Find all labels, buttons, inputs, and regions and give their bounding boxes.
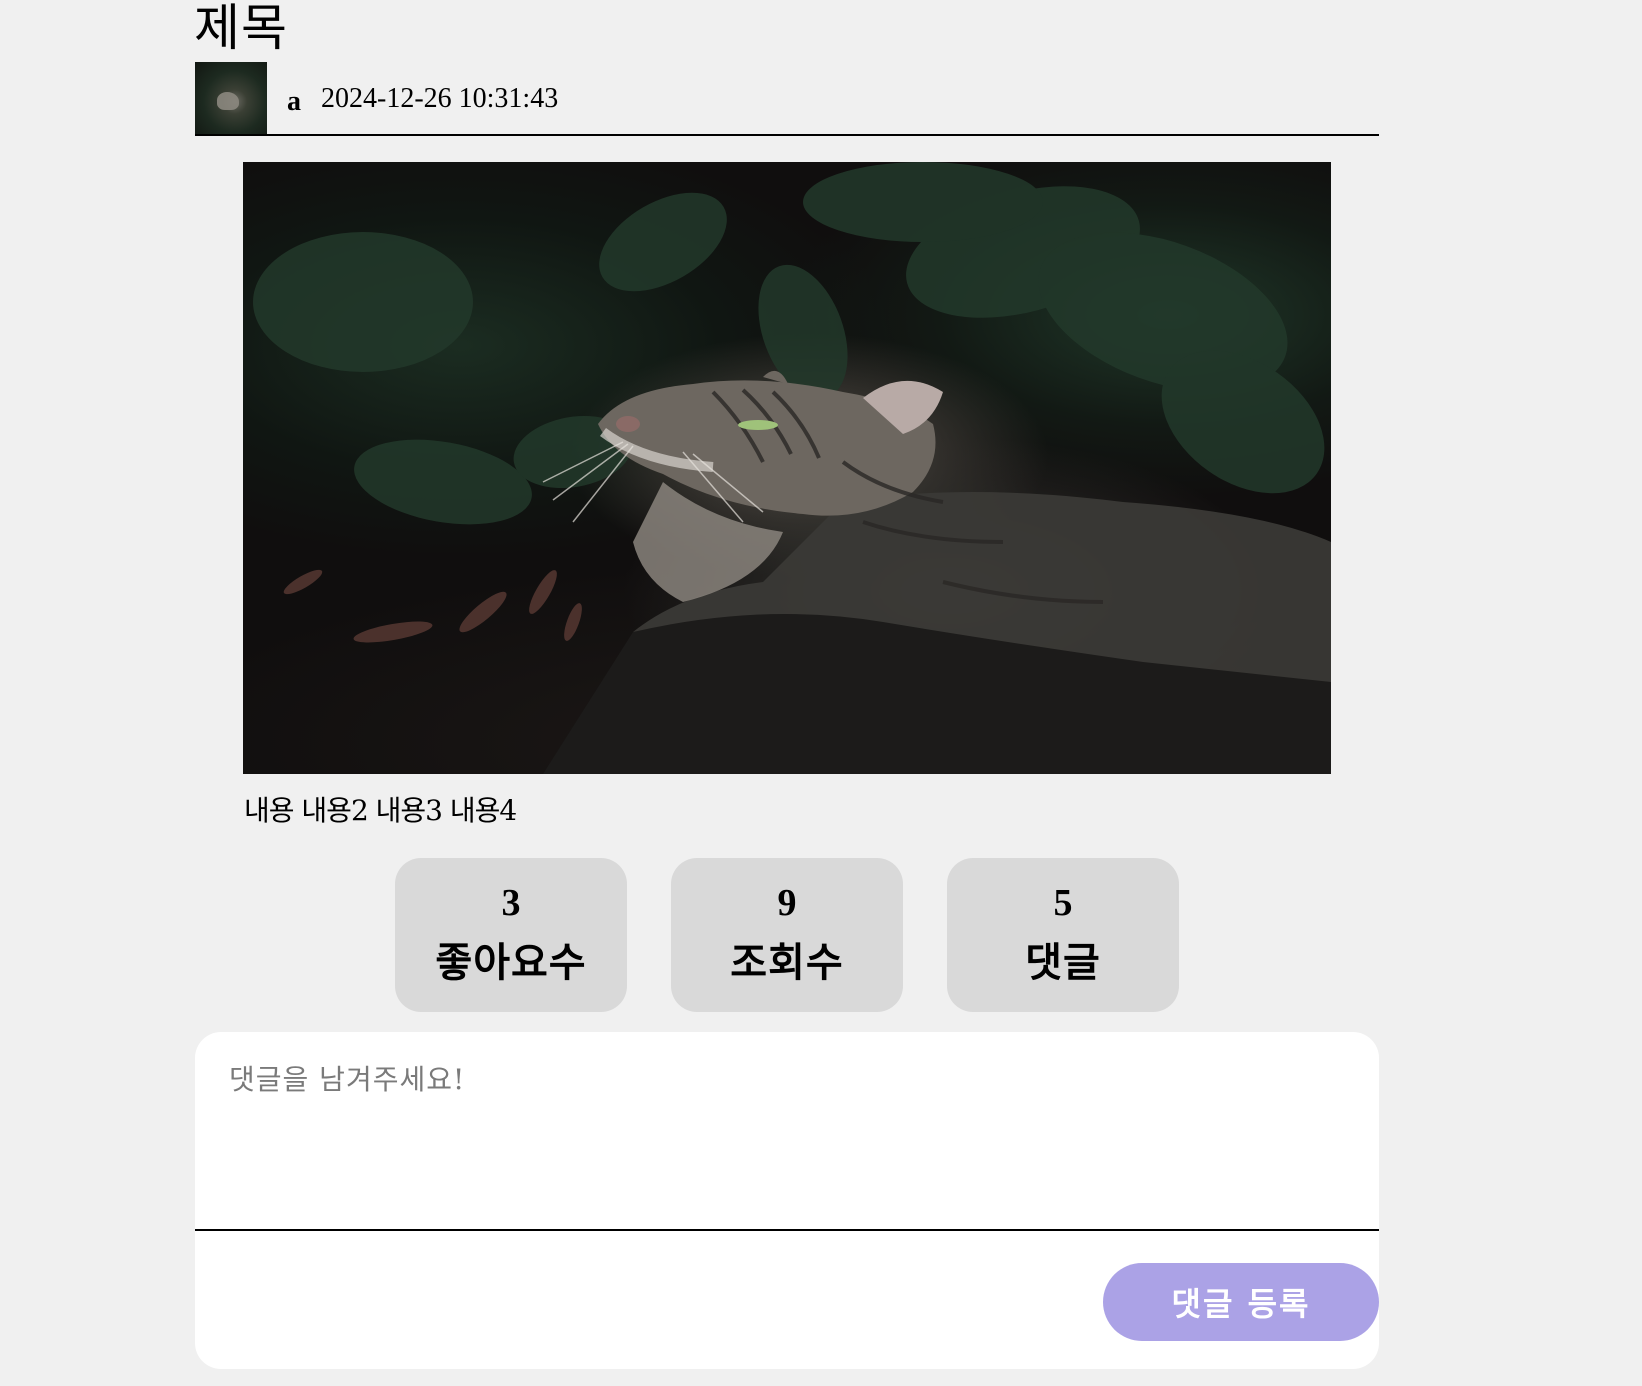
post-image: [243, 162, 1331, 774]
cat-photo-illustration: [253, 162, 1331, 774]
views-count: 9: [777, 882, 797, 924]
comments-count: 5: [1053, 882, 1073, 924]
comment-submit-button[interactable]: 댓글 등록: [1103, 1263, 1379, 1341]
post-title: 제목: [194, 0, 288, 57]
avatar-cat-shape: [217, 92, 239, 110]
post-author-row: a 2024-12-26 10:31:43: [195, 62, 1379, 136]
comment-input[interactable]: [195, 1032, 1379, 1231]
comments-stat[interactable]: 5 댓글: [947, 858, 1179, 1012]
likes-stat[interactable]: 3 좋아요수: [395, 858, 627, 1012]
post-detail-page: 제목 a 2024-12-26 10:31:43 내용 내용2 내용3 내용4 …: [0, 0, 1642, 1386]
likes-label: 좋아요수: [435, 940, 587, 986]
author-avatar[interactable]: [195, 62, 267, 134]
post-content: 내용 내용2 내용3 내용4: [244, 794, 517, 827]
views-stat: 9 조회수: [671, 858, 903, 1012]
likes-count: 3: [501, 882, 521, 924]
comment-form: 댓글 등록: [195, 1032, 1379, 1369]
views-label: 조회수: [730, 940, 844, 986]
author-name[interactable]: a: [287, 84, 301, 120]
comments-label: 댓글: [1025, 940, 1101, 986]
post-date: 2024-12-26 10:31:43: [321, 83, 559, 114]
